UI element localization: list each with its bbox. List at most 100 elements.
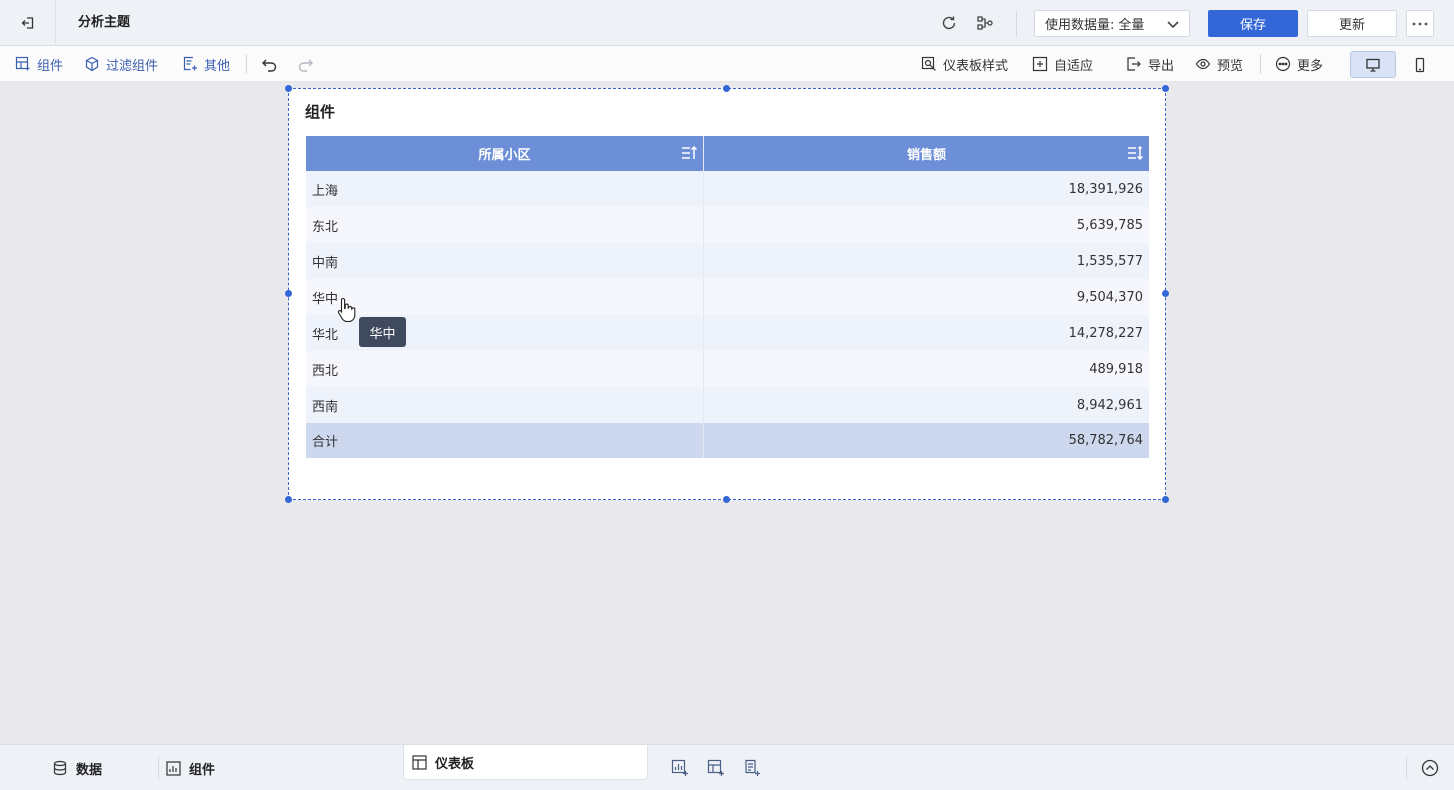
redo-button[interactable]	[297, 46, 314, 82]
add-chart-icon	[671, 759, 688, 776]
adaptive-icon	[1032, 56, 1048, 72]
total-row: 合计 58,782,764	[306, 423, 1149, 458]
data-tab-label: 数据	[76, 762, 103, 778]
data-tab[interactable]: 数据	[52, 745, 102, 790]
divider	[158, 757, 159, 779]
update-button[interactable]: 更新	[1307, 10, 1397, 37]
undo-icon	[262, 59, 277, 72]
resize-handle[interactable]	[285, 85, 292, 92]
divider	[1406, 757, 1407, 779]
column-header-sales[interactable]: 销售额	[704, 136, 1149, 171]
sort-icon[interactable]	[1126, 144, 1144, 162]
preview-button[interactable]: 预览	[1195, 46, 1243, 82]
add-component-label: 组件	[37, 58, 64, 74]
table-row[interactable]: 上海 18,391,926	[306, 171, 1149, 207]
export-button[interactable]: 导出	[1126, 46, 1174, 82]
region-cell: 西北	[306, 351, 704, 387]
preview-eye-icon	[1195, 58, 1211, 70]
refresh-icon[interactable]	[937, 11, 961, 35]
column-header-region[interactable]: 所属小区	[306, 136, 704, 171]
data-amount-label: 使用数据量:	[1045, 18, 1115, 33]
filter-component-label: 过滤组件	[106, 58, 159, 74]
table-row[interactable]: 华北 14,278,227	[306, 315, 1149, 351]
dashboard-style-label: 仪表板样式	[943, 58, 1009, 74]
dashboard-style-button[interactable]: 仪表板样式	[921, 46, 1008, 82]
collapse-button[interactable]	[1418, 756, 1442, 780]
cell-tooltip: 华中	[359, 317, 406, 347]
total-label: 合计	[306, 423, 704, 458]
data-amount-value: 全量	[1118, 18, 1145, 33]
sales-cell: 489,918	[1089, 361, 1143, 377]
adaptive-label: 自适应	[1054, 58, 1094, 74]
resize-handle[interactable]	[1162, 496, 1169, 503]
sales-cell: 5,639,785	[1076, 217, 1143, 233]
column-header-label: 销售额	[906, 148, 946, 163]
save-button[interactable]: 保存	[1208, 10, 1298, 37]
editor-toolbar: 组件 过滤组件 其他 仪表板样式 自适应 导出 预览 更多	[0, 46, 1454, 82]
ellipsis-icon	[1412, 22, 1428, 25]
export-icon	[1127, 57, 1141, 71]
lineage-icon[interactable]	[973, 11, 997, 35]
resize-handle[interactable]	[1162, 290, 1169, 297]
page-title: 分析主题	[78, 15, 131, 30]
add-component-button[interactable]: 组件	[15, 46, 63, 82]
desktop-icon	[1366, 58, 1380, 72]
table-row[interactable]: 西北 489,918	[306, 351, 1149, 387]
resize-handle[interactable]	[723, 85, 730, 92]
component-tab[interactable]: 组件	[166, 745, 215, 790]
column-header-label: 所属小区	[478, 148, 531, 163]
undo-button[interactable]	[261, 46, 278, 82]
table-row[interactable]: 西南 8,942,961	[306, 387, 1149, 423]
sales-cell: 1,535,577	[1076, 253, 1143, 269]
region-cell: 上海	[306, 171, 704, 207]
dashboard-icon	[412, 755, 427, 770]
divider	[246, 54, 247, 74]
sales-cell: 18,391,926	[1068, 181, 1143, 197]
chevron-down-icon	[1167, 21, 1179, 29]
device-switcher	[1350, 51, 1440, 78]
dashboard-tab[interactable]: 仪表板	[412, 745, 474, 780]
adaptive-button[interactable]: 自适应	[1032, 46, 1093, 82]
other-icon	[183, 56, 197, 71]
sales-cell: 8,942,961	[1076, 397, 1143, 413]
table-widget[interactable]: 组件 所属小区 销售额 上海 18,391,926 东北 5,639,785 中…	[285, 85, 1169, 503]
filter-component-button[interactable]: 过滤组件	[84, 46, 158, 82]
more-button[interactable]: 更多	[1275, 46, 1323, 82]
table-header: 所属小区 销售额	[306, 136, 1149, 171]
exit-button[interactable]	[0, 0, 56, 46]
add-report-button[interactable]	[740, 756, 764, 780]
preview-label: 预览	[1217, 58, 1244, 74]
filter-cube-icon	[85, 56, 99, 72]
region-cell: 中南	[306, 243, 704, 279]
mobile-icon	[1415, 57, 1425, 72]
add-component-icon	[15, 56, 30, 71]
resize-handle[interactable]	[1162, 85, 1169, 92]
table-row[interactable]: 东北 5,639,785	[306, 207, 1149, 243]
table-row[interactable]: 中南 1,535,577	[306, 243, 1149, 279]
add-dashboard-button[interactable]	[704, 756, 728, 780]
dashboard-tab-label: 仪表板	[435, 757, 475, 772]
sort-ascending-icon[interactable]	[680, 144, 698, 162]
bar-chart-icon	[166, 760, 181, 776]
other-button[interactable]: 其他	[182, 46, 230, 82]
region-cell: 西南	[306, 387, 704, 423]
region-cell: 东北	[306, 207, 704, 243]
redo-icon	[298, 59, 313, 72]
more-label: 更多	[1297, 58, 1324, 74]
data-amount-select[interactable]: 使用数据量: 全量	[1034, 10, 1190, 37]
add-report-icon	[745, 759, 760, 776]
more-menu-button[interactable]	[1406, 10, 1434, 37]
mobile-view-button[interactable]	[1397, 51, 1443, 78]
bottom-bar: 数据 组件 仪表板	[0, 744, 1454, 790]
region-cell: 华中	[306, 279, 704, 315]
sales-cell: 9,504,370	[1076, 289, 1143, 305]
resize-handle[interactable]	[285, 290, 292, 297]
total-sales: 58,782,764	[1068, 433, 1143, 448]
resize-handle[interactable]	[723, 496, 730, 503]
sales-cell: 14,278,227	[1068, 325, 1143, 341]
add-component-sheet-button[interactable]	[668, 756, 692, 780]
exit-icon	[21, 17, 33, 29]
resize-handle[interactable]	[285, 496, 292, 503]
desktop-view-button[interactable]	[1350, 51, 1396, 78]
table-row[interactable]: 华中 9,504,370	[306, 279, 1149, 315]
